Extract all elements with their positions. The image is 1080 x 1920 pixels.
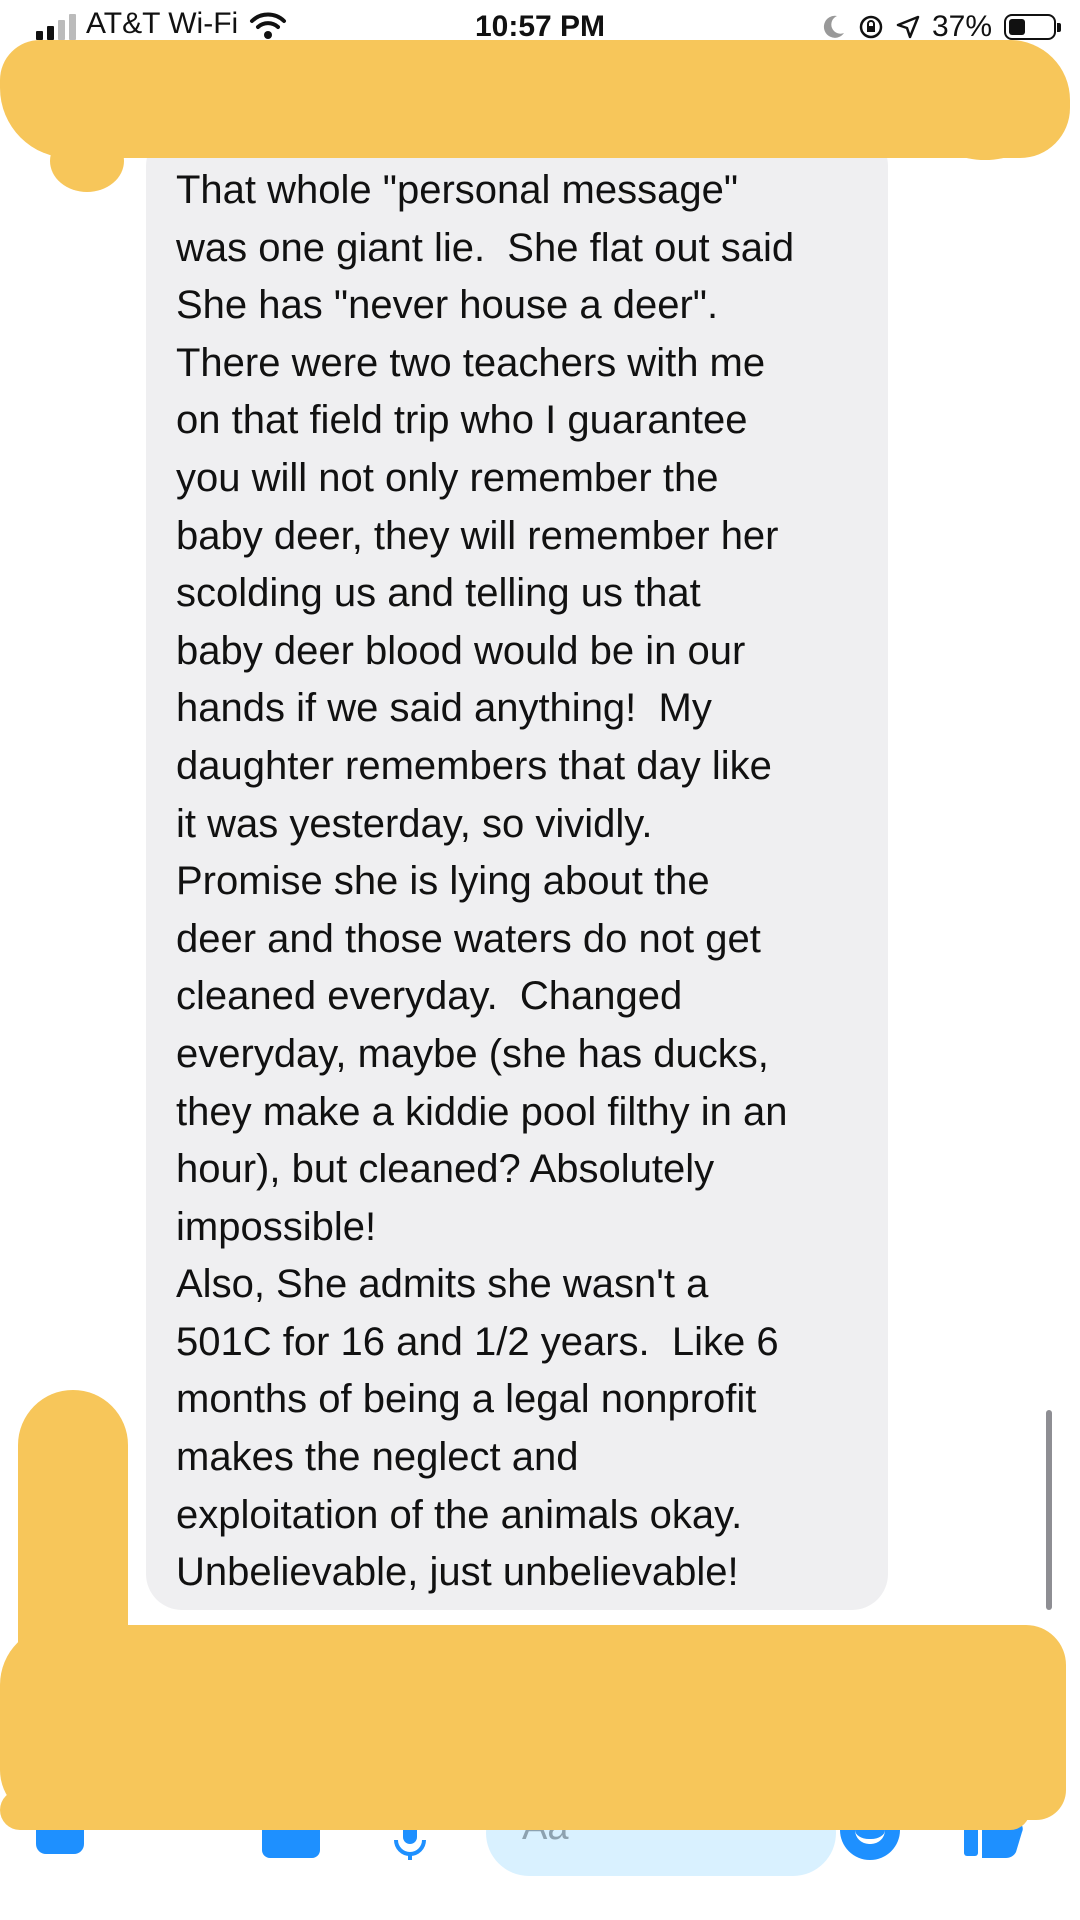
message-text: That whole "personal message" was one gi…: [176, 168, 795, 1595]
battery-percent: 37%: [931, 10, 992, 43]
redaction-top-blob-right: [940, 115, 1030, 160]
location-arrow-icon: [896, 15, 920, 39]
status-right: 37%: [820, 10, 1061, 44]
orientation-lock-icon: [859, 15, 883, 39]
scroll-indicator: [1046, 1410, 1052, 1610]
redaction-top-blob-left: [50, 130, 124, 192]
redaction-top: [0, 40, 1070, 158]
redaction-bottom-lower: [0, 1790, 1030, 1830]
do-not-disturb-moon-icon: [823, 15, 844, 38]
battery-icon: [1004, 14, 1061, 40]
